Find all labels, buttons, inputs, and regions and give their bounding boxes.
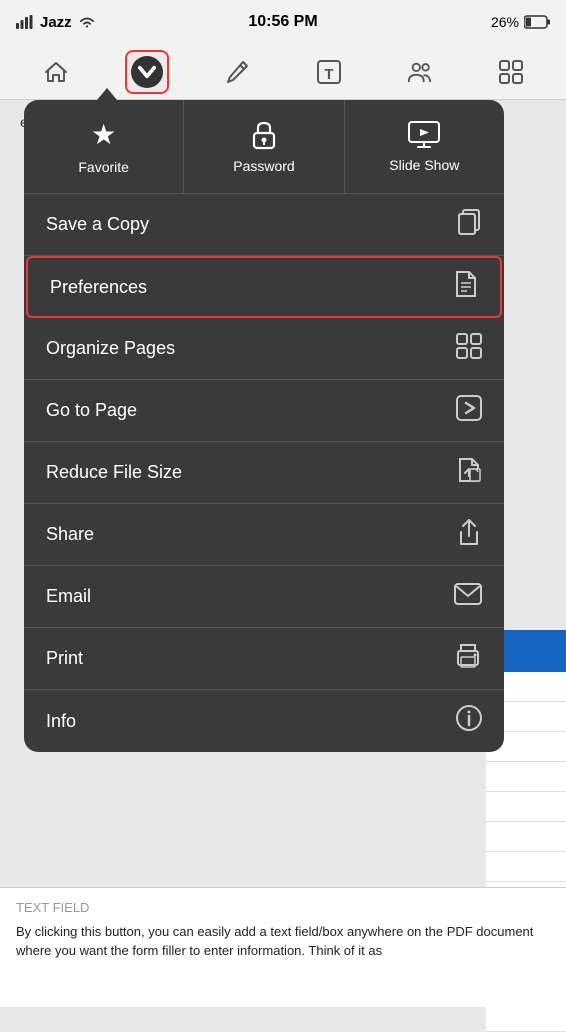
favorite-label: Favorite (78, 159, 129, 175)
compress-icon (456, 457, 482, 489)
envelope-icon (454, 583, 482, 611)
preferences-label: Preferences (50, 277, 147, 298)
save-a-copy-label: Save a Copy (46, 214, 149, 235)
info-label: Info (46, 711, 76, 732)
text-icon: T (316, 59, 342, 85)
white-row-7 (486, 852, 566, 882)
carrier-wifi: Jazz (16, 14, 96, 31)
battery-icon (524, 15, 550, 29)
organize-grid-icon (456, 333, 482, 365)
info-item[interactable]: Info (24, 690, 504, 752)
print-label: Print (46, 648, 83, 669)
reduce-file-size-item[interactable]: Reduce File Size (24, 442, 504, 504)
organize-pages-item[interactable]: Organize Pages (24, 318, 504, 380)
share-item[interactable]: Share (24, 504, 504, 566)
people-button[interactable] (398, 50, 442, 94)
top-icons-section: ★ Favorite Password Slide Show (24, 100, 504, 194)
save-a-copy-item[interactable]: Save a Copy (24, 194, 504, 256)
preferences-item[interactable]: Preferences (26, 256, 502, 318)
carrier-label: Jazz (40, 14, 72, 31)
dropdown-menu: ★ Favorite Password Slide Show (24, 100, 504, 752)
signal-icon (16, 15, 34, 29)
star-icon: ★ (91, 118, 116, 151)
white-row-5 (486, 792, 566, 822)
go-to-page-label: Go to Page (46, 400, 137, 421)
lock-icon (250, 120, 278, 150)
text-field-label: TEXT FIELD (16, 898, 550, 918)
wifi-icon (78, 15, 96, 29)
home-icon (43, 59, 69, 85)
grid-button[interactable] (489, 50, 533, 94)
people-icon (407, 59, 433, 85)
main-toolbar: T (0, 44, 566, 100)
battery-area: 26% (491, 14, 550, 30)
go-to-page-item[interactable]: Go to Page (24, 380, 504, 442)
share-icon (456, 518, 482, 552)
doc-body-text: By clicking this button, you can easily … (16, 922, 550, 961)
status-bar: Jazz 10:56 PM 26% (0, 0, 566, 44)
slideshow-button[interactable]: Slide Show (345, 100, 504, 193)
dropdown-arrow (97, 88, 117, 100)
arrow-right-icon (456, 395, 482, 427)
grid-icon (498, 59, 524, 85)
svg-text:T: T (324, 66, 333, 83)
slideshow-label: Slide Show (389, 157, 459, 173)
preferences-doc-icon (454, 270, 478, 304)
print-item[interactable]: Print (24, 628, 504, 690)
email-item[interactable]: Email (24, 566, 504, 628)
info-icon (456, 705, 482, 737)
password-button[interactable]: Password (184, 100, 344, 193)
organize-pages-label: Organize Pages (46, 338, 175, 359)
printer-icon (454, 643, 482, 675)
password-label: Password (233, 158, 294, 174)
chevron-circle (131, 56, 163, 88)
doc-bottom: TEXT FIELD By clicking this button, you … (0, 887, 566, 1007)
chevron-down-icon (134, 59, 160, 85)
share-label: Share (46, 524, 94, 545)
battery-percent: 26% (491, 14, 519, 30)
email-label: Email (46, 586, 91, 607)
home-button[interactable] (34, 50, 78, 94)
text-button[interactable]: T (307, 50, 351, 94)
white-row-6 (486, 822, 566, 852)
favorite-button[interactable]: ★ Favorite (24, 100, 184, 193)
pen-button[interactable] (216, 50, 260, 94)
white-row-4 (486, 762, 566, 792)
reduce-file-size-label: Reduce File Size (46, 462, 182, 483)
chevron-down-button[interactable] (125, 50, 169, 94)
time-display: 10:56 PM (248, 13, 317, 31)
copy-icon (456, 209, 482, 241)
slideshow-icon (408, 121, 440, 149)
pen-icon (225, 59, 251, 85)
